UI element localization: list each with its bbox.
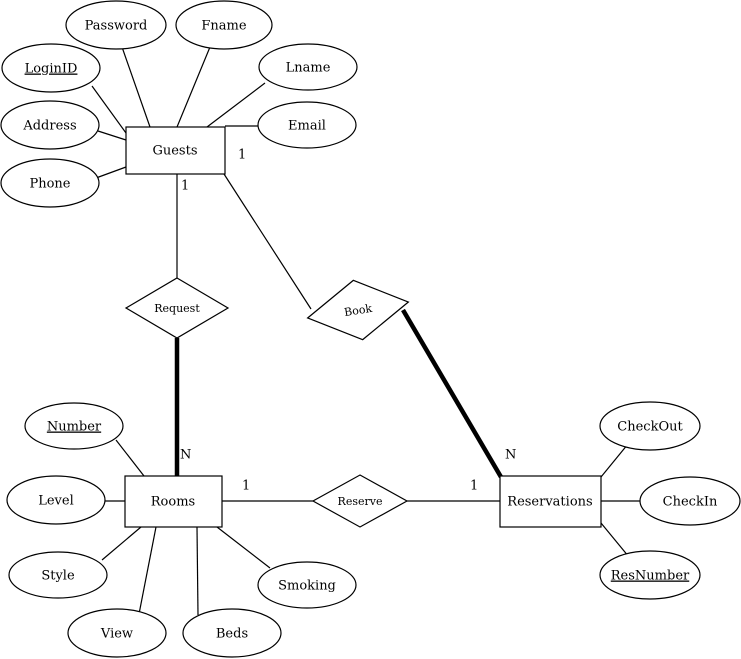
er-diagram-canvas: Password Fname LoginID Lname Address Ema… [0,0,741,659]
attribute-label: Address [22,119,76,134]
attribute-level[interactable]: Level [6,475,106,525]
relationship-book[interactable]: Book [303,272,413,347]
attribute-fname[interactable]: Fname [175,0,273,50]
attribute-label: Smoking [278,579,336,594]
attribute-checkin[interactable]: CheckIn [639,476,741,526]
connector-guests-password [121,46,151,128]
attribute-label: View [100,627,133,642]
entity-reservations[interactable]: Reservations [499,475,602,528]
cardinality-reservations-reserve: 1 [470,479,478,494]
connector-rooms-smoking [216,526,271,569]
attribute-resnumber[interactable]: ResNumber [599,550,701,600]
relationship-label: Request [154,302,200,315]
connector-rooms-view [138,526,157,615]
attribute-address[interactable]: Address [0,100,100,150]
connector-book-reservations [401,308,503,479]
entity-guests[interactable]: Guests [125,126,226,175]
attribute-lname[interactable]: Lname [258,43,358,91]
cardinality-guests-request: 1 [181,179,189,194]
connector-guests-book [223,173,312,310]
connector-reservations-resnumber [600,522,630,558]
connector-rooms-number [115,439,145,477]
attribute-label: CheckIn [663,495,718,510]
attribute-number[interactable]: Number [24,402,124,450]
entity-rooms[interactable]: Rooms [124,475,223,528]
attribute-view[interactable]: View [67,608,167,658]
cardinality-reservations-book: N [505,448,516,463]
attribute-label: CheckOut [617,420,683,435]
attribute-label-primary-key: Number [47,420,102,435]
entity-label: Guests [152,144,197,159]
er-diagram-svg: Password Fname LoginID Lname Address Ema… [0,0,741,658]
attribute-label: Lname [286,61,331,76]
connector-rooms-beds [196,526,199,616]
cardinality-rooms-request: N [180,448,191,463]
attribute-label: Beds [216,627,248,642]
attribute-loginid[interactable]: LoginID [1,43,101,93]
connector-guests-address [97,130,127,141]
relationship-reserve[interactable]: Reserve [311,474,409,528]
attribute-label: Fname [201,19,246,34]
attribute-label-primary-key: LoginID [25,62,78,77]
connector-guests-lname [206,82,266,128]
relationship-request[interactable]: Request [124,277,230,339]
attribute-phone[interactable]: Phone [0,158,100,208]
attribute-label: Password [85,19,148,34]
attribute-label-primary-key: ResNumber [611,569,690,584]
entity-label: Rooms [151,495,195,510]
relationship-label: Reserve [338,495,383,508]
connector-guests-phone [95,166,127,179]
attribute-beds[interactable]: Beds [182,608,282,658]
attribute-password[interactable]: Password [65,0,167,50]
attribute-label: Level [38,494,74,509]
attribute-checkout[interactable]: CheckOut [599,401,701,451]
attribute-email[interactable]: Email [257,101,357,149]
attribute-smoking[interactable]: Smoking [257,561,357,609]
connector-reservations-checkout [600,443,629,478]
attribute-label: Style [41,569,75,584]
connector-rooms-style [101,526,142,561]
cardinality-rooms-reserve: 1 [242,479,250,494]
connector-guests-fname [176,46,211,128]
attribute-label: Email [288,119,326,134]
attribute-style[interactable]: Style [8,551,108,599]
entity-label: Reservations [507,495,592,510]
cardinality-guests-book: 1 [238,148,246,163]
attribute-label: Phone [29,177,70,192]
